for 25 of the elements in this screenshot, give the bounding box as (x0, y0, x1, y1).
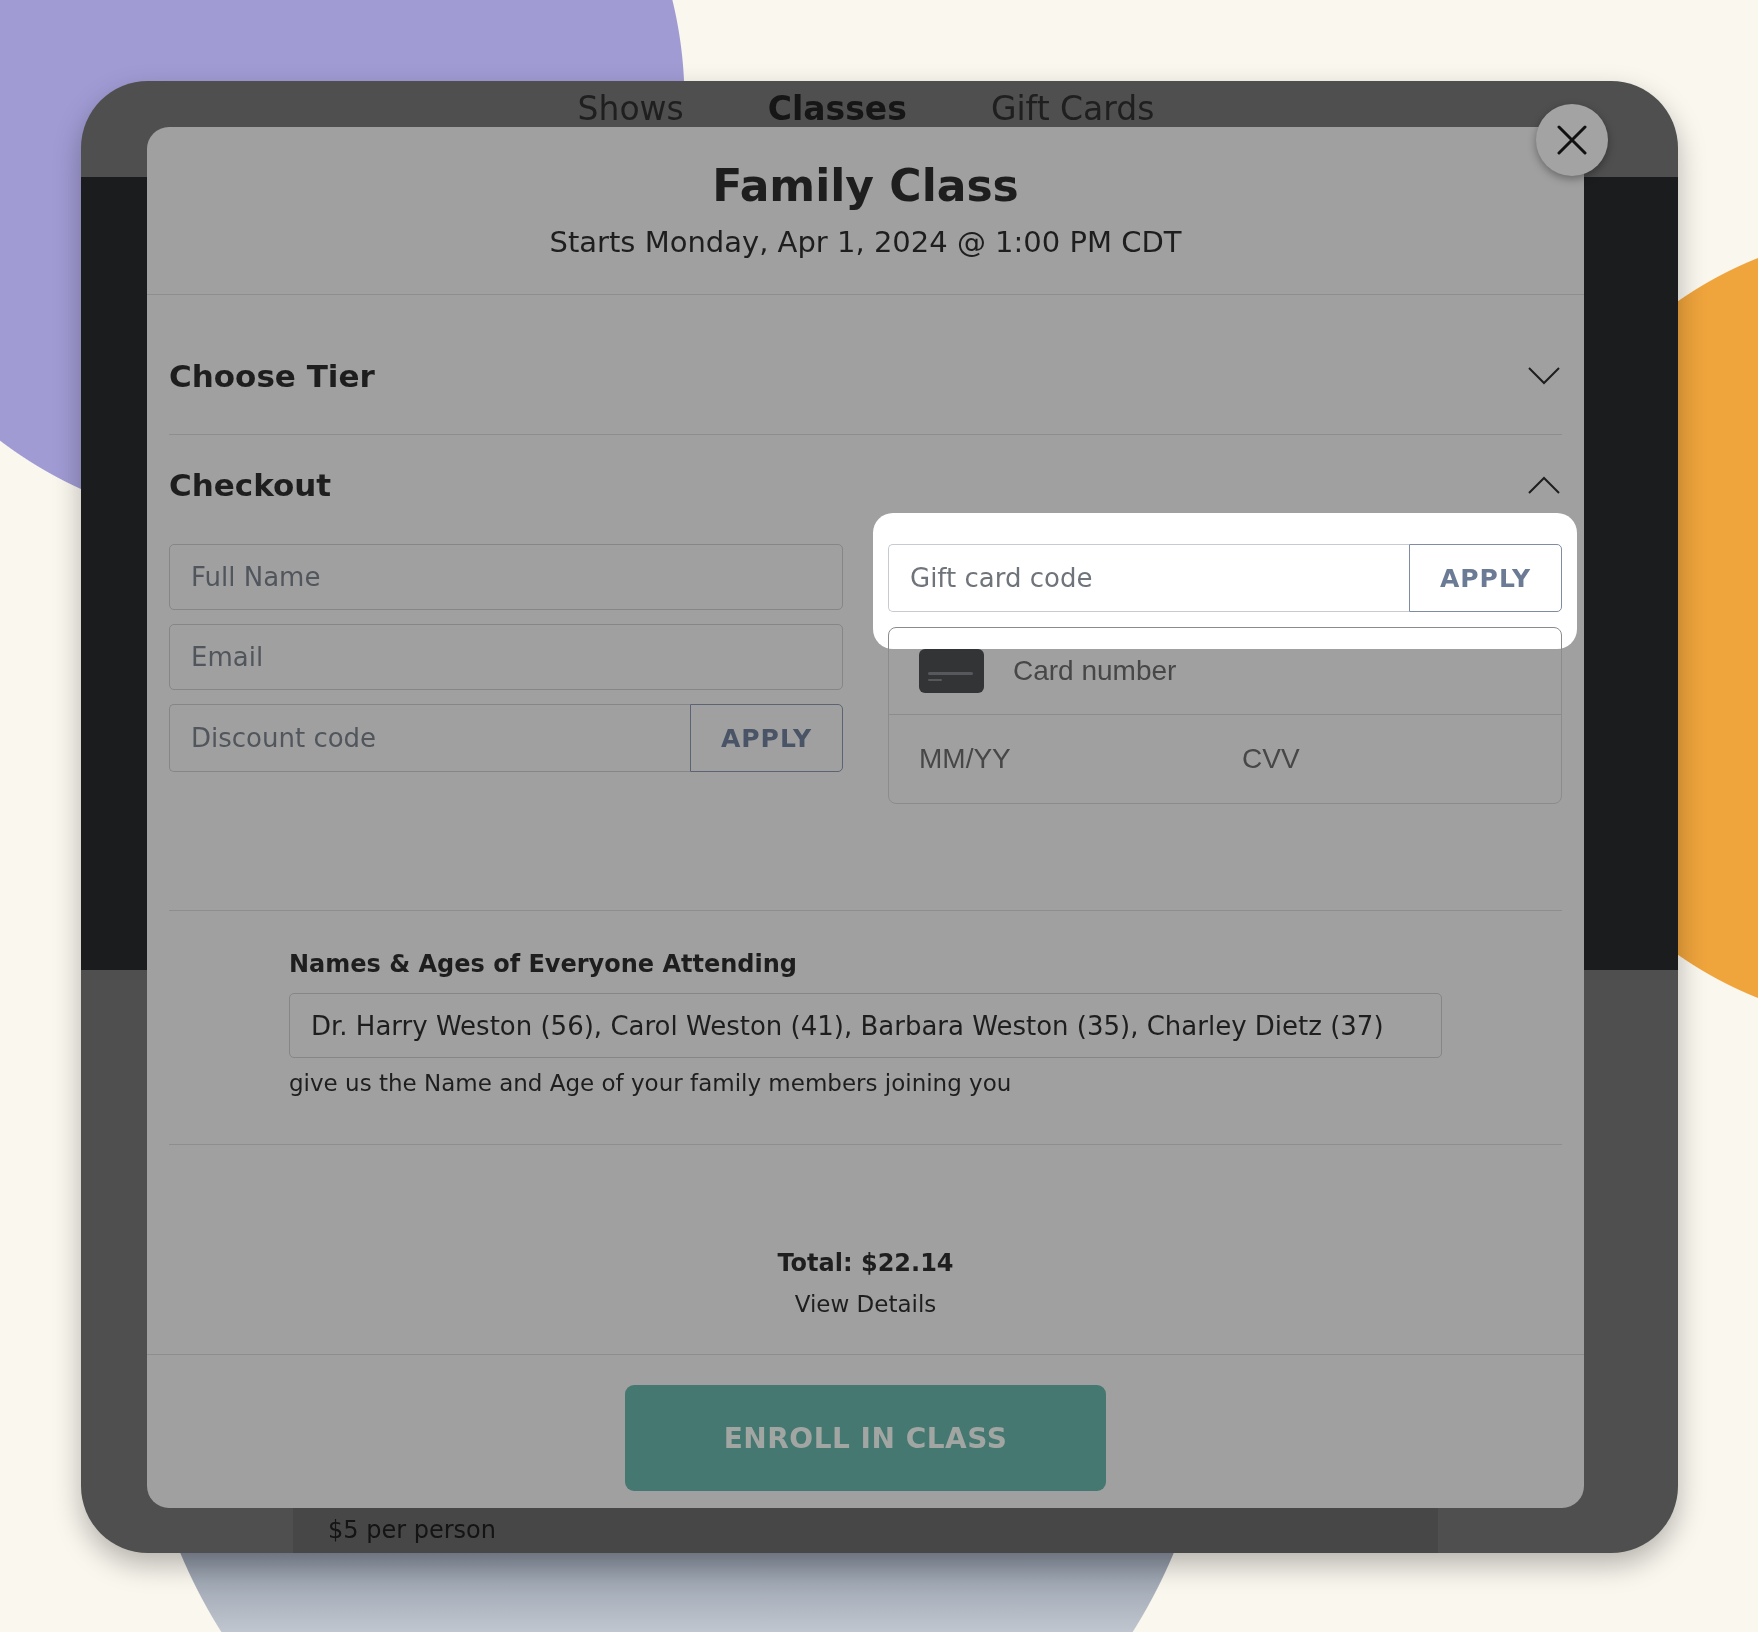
apply-button[interactable]: APPLY (1409, 544, 1562, 612)
input-field[interactable]: Email (169, 624, 843, 690)
card-number-field[interactable]: Card number (1013, 647, 1531, 695)
modal-subtitle: Starts Monday, Apr 1, 2024 @ 1:00 PM CDT (549, 224, 1182, 260)
section-heading: Checkout (169, 466, 332, 505)
input-field[interactable]: Full Name (169, 544, 843, 610)
total-text: Total: $22.14 (777, 1248, 954, 1279)
close-icon (1557, 125, 1587, 155)
card-icon (919, 649, 984, 693)
view-details-link[interactable]: View Details (794, 1289, 937, 1319)
help-text: give us the Name and Age of your family members joining you (289, 1069, 1012, 1098)
chevron-up-icon[interactable] (1528, 476, 1560, 494)
expiry-field[interactable]: MM/YY (919, 735, 1242, 783)
modal-title: Family Class (712, 159, 1019, 213)
cvv-field[interactable]: CVV (1242, 735, 1531, 783)
close-button[interactable] (1536, 104, 1608, 176)
section-heading: Choose Tier (169, 357, 375, 396)
field-label: Names & Ages of Everyone Attending (289, 949, 797, 980)
input-field[interactable]: Discount code (169, 704, 690, 772)
input-field[interactable]: Gift card code (888, 544, 1409, 612)
chevron-down-icon[interactable] (1528, 367, 1560, 385)
input-field[interactable]: Dr. Harry Weston (56), Carol Weston (41), Barbara Weston (35), Charley Dietz (37) (289, 993, 1442, 1058)
apply-button[interactable]: APPLY (690, 704, 843, 772)
enroll-button[interactable]: ENROLL IN CLASS (625, 1385, 1106, 1491)
nav-tab[interactable]: Classes (767, 91, 907, 127)
